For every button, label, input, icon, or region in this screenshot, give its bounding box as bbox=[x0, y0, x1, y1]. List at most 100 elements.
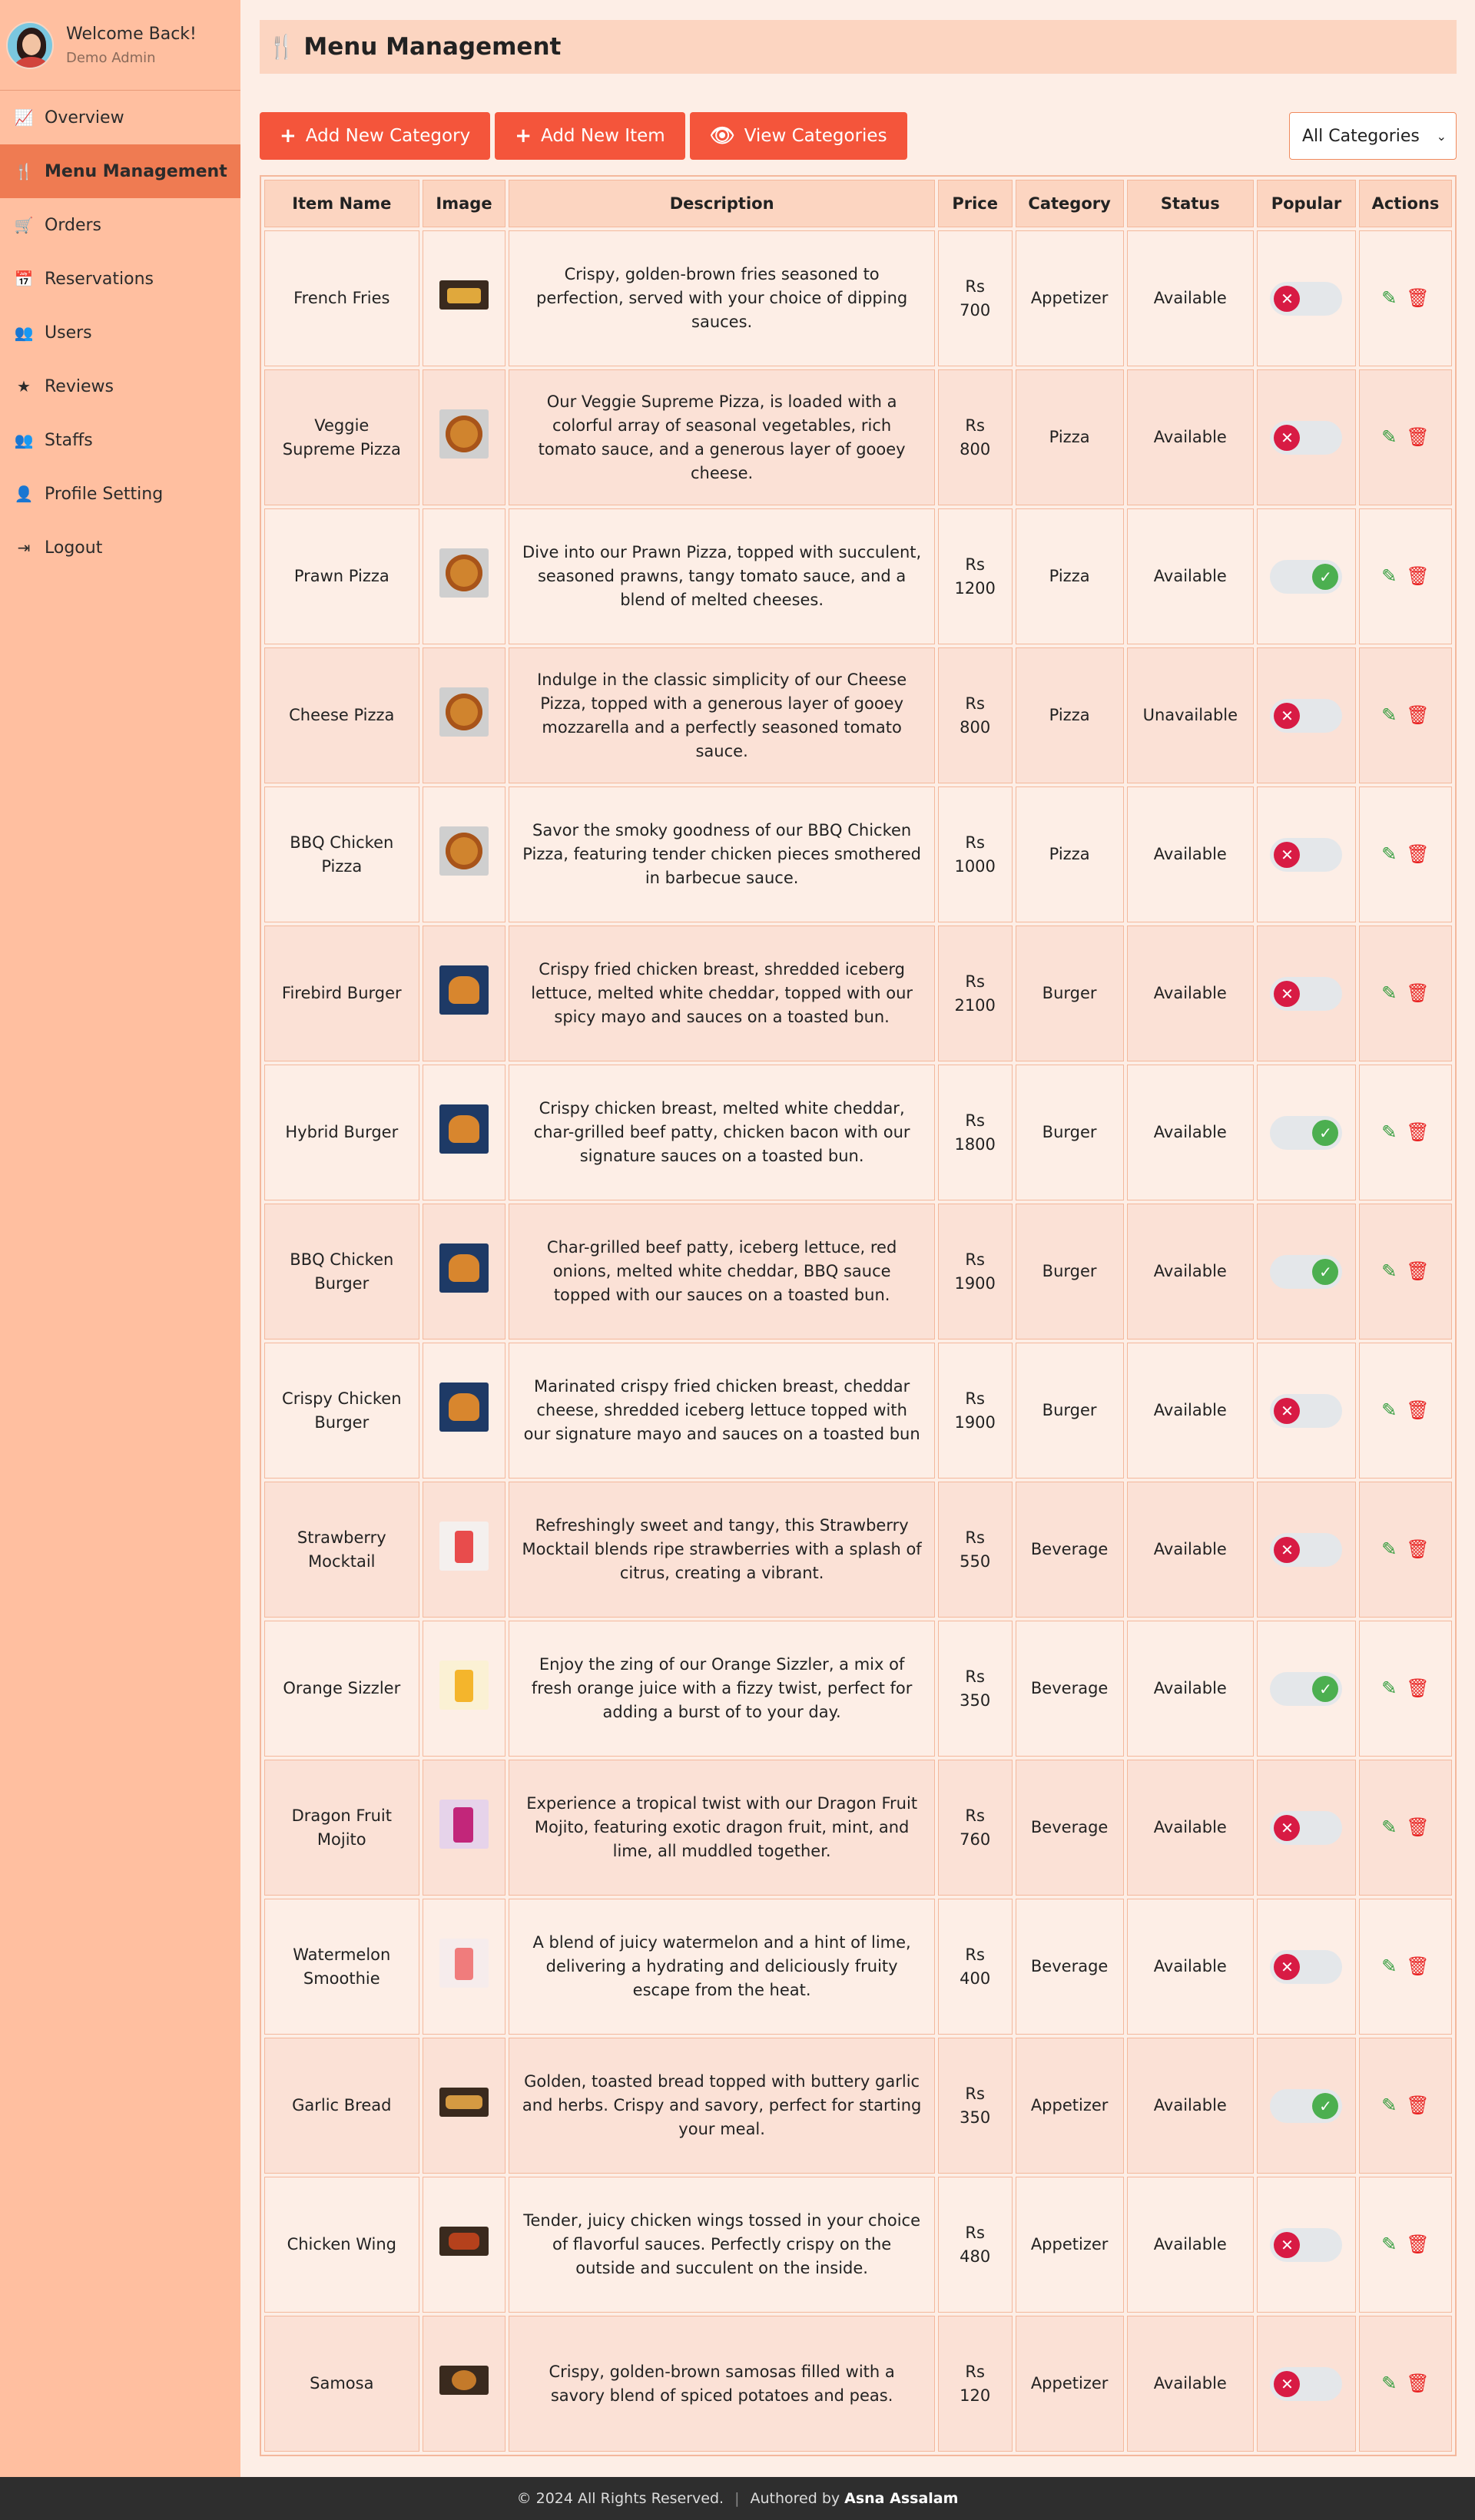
trash-icon[interactable]: 🗑 bbox=[1406, 286, 1429, 310]
edit-icon[interactable]: ✎ bbox=[1381, 1677, 1397, 1700]
trash-icon[interactable]: 🗑 bbox=[1406, 565, 1429, 588]
edit-icon[interactable]: ✎ bbox=[1381, 704, 1397, 727]
edit-icon[interactable]: ✎ bbox=[1381, 1260, 1397, 1283]
role-text: Demo Admin bbox=[66, 49, 156, 66]
view-categories-button[interactable]: 👁 View Categories bbox=[689, 112, 907, 160]
sidebar-item-menu-management[interactable]: 🍴 Menu Management bbox=[0, 144, 240, 198]
description-cell: A blend of juicy watermelon and a hint o… bbox=[509, 1899, 935, 2035]
price-cell: Rs 120 bbox=[937, 2316, 1013, 2452]
staff-icon: 👥 bbox=[14, 431, 34, 449]
trash-icon[interactable]: 🗑 bbox=[1406, 704, 1429, 727]
trash-icon[interactable]: 🗑 bbox=[1406, 2233, 1429, 2257]
category-filter-select[interactable]: All Categories ⌄ bbox=[1289, 112, 1457, 160]
sidebar-item-orders[interactable]: 🛒 Orders bbox=[0, 198, 240, 252]
edit-icon[interactable]: ✎ bbox=[1381, 2094, 1397, 2118]
column-header[interactable]: Item Name bbox=[264, 180, 419, 227]
column-header[interactable]: Actions bbox=[1358, 180, 1452, 227]
trash-icon[interactable]: 🗑 bbox=[1406, 982, 1429, 1005]
popular-toggle[interactable]: ✓ bbox=[1270, 2088, 1343, 2123]
item-name-cell: Chicken Wing bbox=[264, 2177, 419, 2313]
authored-label: Authored by bbox=[750, 2490, 840, 2507]
column-header[interactable]: Price bbox=[937, 180, 1013, 227]
eye-icon: 👁 bbox=[709, 124, 735, 147]
popular-toggle[interactable]: ✕ bbox=[1270, 2227, 1343, 2262]
currency-label: Rs bbox=[965, 1528, 985, 1547]
edit-icon[interactable]: ✎ bbox=[1381, 1399, 1397, 1422]
status-cell: Available bbox=[1126, 1621, 1254, 1757]
popular-toggle[interactable]: ✕ bbox=[1270, 1810, 1343, 1845]
popular-toggle[interactable]: ✓ bbox=[1270, 1671, 1343, 1706]
trash-icon[interactable]: 🗑 bbox=[1406, 1538, 1429, 1561]
status-cell: Available bbox=[1126, 1204, 1254, 1339]
check-icon: ✓ bbox=[1312, 1119, 1339, 1146]
category-cell: Pizza bbox=[1015, 508, 1124, 644]
sidebar-item-profile-setting[interactable]: 👤 Profile Setting bbox=[0, 467, 240, 521]
currency-label: Rs bbox=[965, 1389, 985, 1408]
edit-icon[interactable]: ✎ bbox=[1381, 1816, 1397, 1840]
edit-icon[interactable]: ✎ bbox=[1381, 1538, 1397, 1561]
x-icon: ✕ bbox=[1274, 1953, 1301, 1980]
popular-toggle[interactable]: ✕ bbox=[1270, 420, 1343, 455]
category-cell: Beverage bbox=[1015, 1482, 1124, 1618]
edit-icon[interactable]: ✎ bbox=[1381, 286, 1397, 310]
popular-toggle[interactable]: ✕ bbox=[1270, 1949, 1343, 1984]
sidebar-item-reservations[interactable]: 📅 Reservations bbox=[0, 252, 240, 306]
trash-icon[interactable]: 🗑 bbox=[1406, 1677, 1429, 1700]
sidebar-item-users[interactable]: 👥 Users bbox=[0, 306, 240, 359]
column-header[interactable]: Category bbox=[1015, 180, 1124, 227]
trash-icon[interactable]: 🗑 bbox=[1406, 1260, 1429, 1283]
price-value: 1200 bbox=[954, 578, 996, 598]
sidebar-item-logout[interactable]: ⇥ Logout bbox=[0, 521, 240, 575]
sidebar-item-reviews[interactable]: ★ Reviews bbox=[0, 359, 240, 413]
item-name-cell: Garlic Bread bbox=[264, 2038, 419, 2174]
column-header[interactable]: Popular bbox=[1256, 180, 1356, 227]
trash-icon[interactable]: 🗑 bbox=[1406, 843, 1429, 866]
actions-cell: ✎ 🗑 bbox=[1358, 1760, 1452, 1896]
edit-icon[interactable]: ✎ bbox=[1381, 2372, 1397, 2396]
edit-icon[interactable]: ✎ bbox=[1381, 2233, 1397, 2257]
popular-toggle[interactable]: ✓ bbox=[1270, 559, 1343, 594]
edit-icon[interactable]: ✎ bbox=[1381, 565, 1397, 588]
sidebar-nav: 📈 Overview 🍴 Menu Management 🛒 Orders 📅 Reserva… bbox=[0, 91, 240, 575]
edit-icon[interactable]: ✎ bbox=[1381, 426, 1397, 449]
column-header[interactable]: Image bbox=[422, 180, 506, 227]
popular-toggle[interactable]: ✓ bbox=[1270, 1254, 1343, 1289]
description-cell: Experience a tropical twist with our Dra… bbox=[509, 1760, 935, 1896]
food-image bbox=[439, 548, 489, 598]
sidebar-item-overview[interactable]: 📈 Overview bbox=[0, 91, 240, 144]
column-header[interactable]: Status bbox=[1126, 180, 1254, 227]
trash-icon[interactable]: 🗑 bbox=[1406, 1955, 1429, 1979]
sidebar-item-label: Menu Management bbox=[45, 161, 227, 181]
popular-toggle[interactable]: ✓ bbox=[1270, 1115, 1343, 1150]
trash-icon[interactable]: 🗑 bbox=[1406, 1399, 1429, 1422]
popular-toggle[interactable]: ✕ bbox=[1270, 837, 1343, 872]
edit-icon[interactable]: ✎ bbox=[1381, 1121, 1397, 1144]
popular-toggle[interactable]: ✕ bbox=[1270, 698, 1343, 733]
status-cell: Available bbox=[1126, 1482, 1254, 1618]
add-item-button[interactable]: + Add New Item bbox=[495, 112, 685, 160]
trash-icon[interactable]: 🗑 bbox=[1406, 1816, 1429, 1840]
edit-icon[interactable]: ✎ bbox=[1381, 843, 1397, 866]
category-cell: Pizza bbox=[1015, 369, 1124, 505]
column-header[interactable]: Description bbox=[509, 180, 935, 227]
price-cell: Rs 760 bbox=[937, 1760, 1013, 1896]
footer-separator: | bbox=[734, 2490, 740, 2507]
x-icon: ✕ bbox=[1274, 702, 1301, 729]
food-image bbox=[439, 687, 489, 737]
popular-toggle[interactable]: ✕ bbox=[1270, 281, 1343, 316]
popular-toggle[interactable]: ✕ bbox=[1270, 976, 1343, 1011]
trash-icon[interactable]: 🗑 bbox=[1406, 1121, 1429, 1144]
popular-toggle[interactable]: ✕ bbox=[1270, 1532, 1343, 1567]
trash-icon[interactable]: 🗑 bbox=[1406, 2094, 1429, 2118]
edit-icon[interactable]: ✎ bbox=[1381, 982, 1397, 1005]
add-category-button[interactable]: + Add New Category bbox=[260, 112, 491, 160]
popular-toggle[interactable]: ✕ bbox=[1270, 1393, 1343, 1428]
food-image bbox=[439, 965, 489, 1015]
trash-icon[interactable]: 🗑 bbox=[1406, 2372, 1429, 2396]
popular-cell: ✕ bbox=[1256, 1899, 1356, 2035]
sidebar-item-staffs[interactable]: 👥 Staffs bbox=[0, 413, 240, 467]
trash-icon[interactable]: 🗑 bbox=[1406, 426, 1429, 449]
edit-icon[interactable]: ✎ bbox=[1381, 1955, 1397, 1979]
popular-toggle[interactable]: ✕ bbox=[1270, 2366, 1343, 2401]
food-image bbox=[439, 1383, 489, 1432]
